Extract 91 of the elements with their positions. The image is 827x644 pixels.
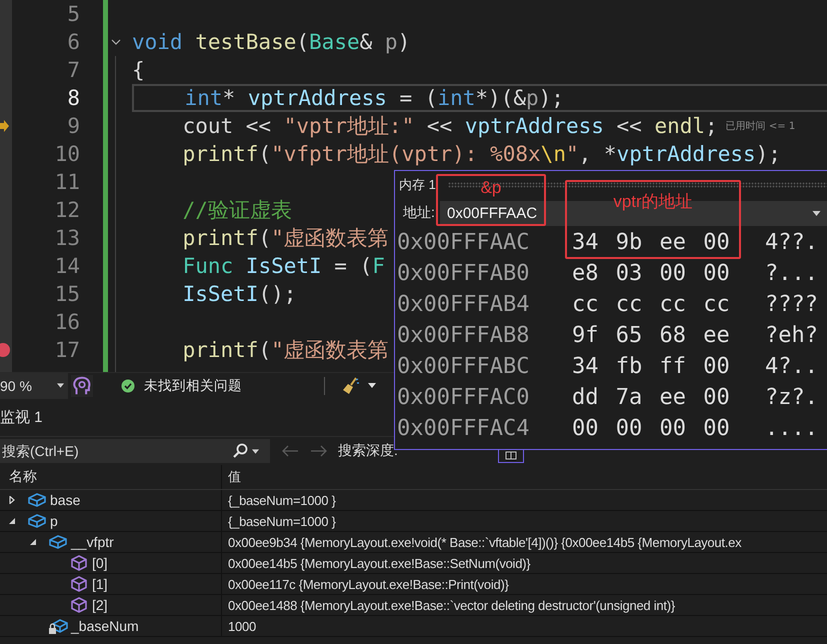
line-number: 10 [54,142,80,166]
code-line: //验证虚表 [182,198,292,222]
cube-icon [69,555,89,571]
locked-object-icon [48,618,68,634]
line-number: 17 [54,338,80,362]
memory-bytes: cc cc cc cc [572,292,731,317]
code-line: printf("虚函数表第 [182,338,389,362]
broom-icon[interactable] [342,376,360,394]
variable-name: [2] [92,597,108,613]
memory-bytes: 9f 65 68 ee [572,323,731,348]
line-number: 14 [54,254,80,278]
variable-name: p [50,513,58,529]
line-number: 13 [54,226,80,250]
caret-icon [57,383,64,388]
column-header[interactable]: 名称 [9,468,37,486]
memory-bytes: dd 7a ee 00 [572,385,731,410]
memory-ascii: 4??. [765,230,818,255]
variable-value: 1000 [228,618,256,634]
variable-value: {_baseNum=1000 } [228,492,336,508]
code-line: { [132,58,145,82]
memory-address: 0x00FFFABC [397,354,530,379]
variable-name: base [50,492,80,508]
code-line: printf("vfptr地址(vptr): %08x\n", *vptrAddress); [182,142,781,166]
memory-address: 0x00FFFAB4 [397,292,530,317]
memory-address: 0x00FFFAB8 [397,323,530,348]
variable-value: 0x00ee14b5 {MemoryLayout.exe!Base::SetNum(void)} [228,556,530,570]
memory-ascii: ?eh? [765,323,818,348]
line-number: 8 [67,86,80,110]
variable-value: 0x00ee9b34 {MemoryLayout.exe!void(* Base::`vftable'[4])()} {0x00ee14b5 {MemoryLayout.ex [228,534,742,550]
line-number: 11 [54,170,80,194]
line-number: 16 [54,310,80,334]
code-line: void testBase(Base& p) [132,30,410,54]
line-number: 5 [67,2,80,26]
code-line: Func IsSetI = (F [182,254,385,278]
annotation-text: &p [480,178,502,198]
zoom-dropdown[interactable]: 90 % [0,372,68,398]
line-number: 7 [67,58,80,82]
collapse-chevron-icon[interactable] [111,39,121,45]
variable-name: __vfptr [71,534,114,550]
cube-icon [69,576,89,592]
variable-value: {_baseNum=1000 } [228,514,336,528]
memory-address: 0x00FFFAC4 [397,416,530,441]
line-number: 6 [67,30,80,54]
breakpoint-icon[interactable] [0,343,10,357]
collapse-triangle-icon[interactable] [29,538,37,546]
memory-ascii: ?z?. [765,385,818,410]
caret-icon [812,210,821,216]
column-header[interactable]: 值 [228,468,241,486]
forward-arrow-icon[interactable] [310,445,328,457]
line-number: 12 [54,198,80,222]
variable-value: 0x00ee1488 {MemoryLayout.exe!Base::`vector deleting destructor'(unsigned int)} [228,598,675,612]
variable-value: 0x00ee117c {MemoryLayout.exe!Base::Print(void)} [228,576,509,592]
object-icon [27,513,47,529]
memory-address: 0x00FFFAB0 [397,261,530,286]
caret-icon[interactable] [368,383,376,388]
watch-panel-title[interactable]: 监视 1 [0,408,43,426]
expand-triangle-icon[interactable] [8,496,16,504]
code-line: IsSetI(); [182,282,296,306]
search-field[interactable]: 搜索(Ctrl+E) [0,439,232,463]
caret-icon [252,448,259,454]
elapsed-time-hint: 已用时间 <= 1 [726,120,796,133]
code-line: int* vptrAddress = (int*)(&p); [184,86,564,110]
back-arrow-icon[interactable] [281,445,299,457]
check-icon [121,378,135,392]
memory-ascii: .... [765,416,818,441]
memory-bytes: 00 00 00 00 [572,416,731,441]
memory-bytes: 34 fb ff 00 [572,354,731,379]
memory-address: 0x00FFFAC0 [397,385,530,410]
issues-status[interactable]: 未找到相关问题 [144,376,242,394]
object-icon [48,534,68,550]
memory-bytes: 34 9b ee 00 [572,230,731,255]
collapse-triangle-icon[interactable] [8,517,16,525]
line-number: 15 [54,282,80,306]
code-line: printf("虚函数表第 [182,226,389,250]
memory-ascii: ?... [765,261,818,286]
code-line: cout << "vptr地址:" << vptrAddress << endl; [182,114,718,138]
search-button[interactable] [232,439,270,463]
variable-name: [1] [92,576,108,592]
cube-icon [69,597,89,613]
memory-bytes: e8 03 00 00 [572,261,731,286]
variable-name: _baseNum [71,618,139,634]
memory-ascii: 4?.. [765,354,818,379]
address-label: 地址: [403,204,436,222]
search-icon [232,443,248,459]
head-icon[interactable] [71,374,93,396]
line-number: 9 [67,114,80,138]
memory-ascii: ???? [765,292,818,317]
variable-name: [0] [92,555,108,571]
object-icon [27,492,47,508]
memory-window-title[interactable]: 内存 1 [399,176,436,194]
memory-address: 0x00FFFAAC [397,230,530,255]
